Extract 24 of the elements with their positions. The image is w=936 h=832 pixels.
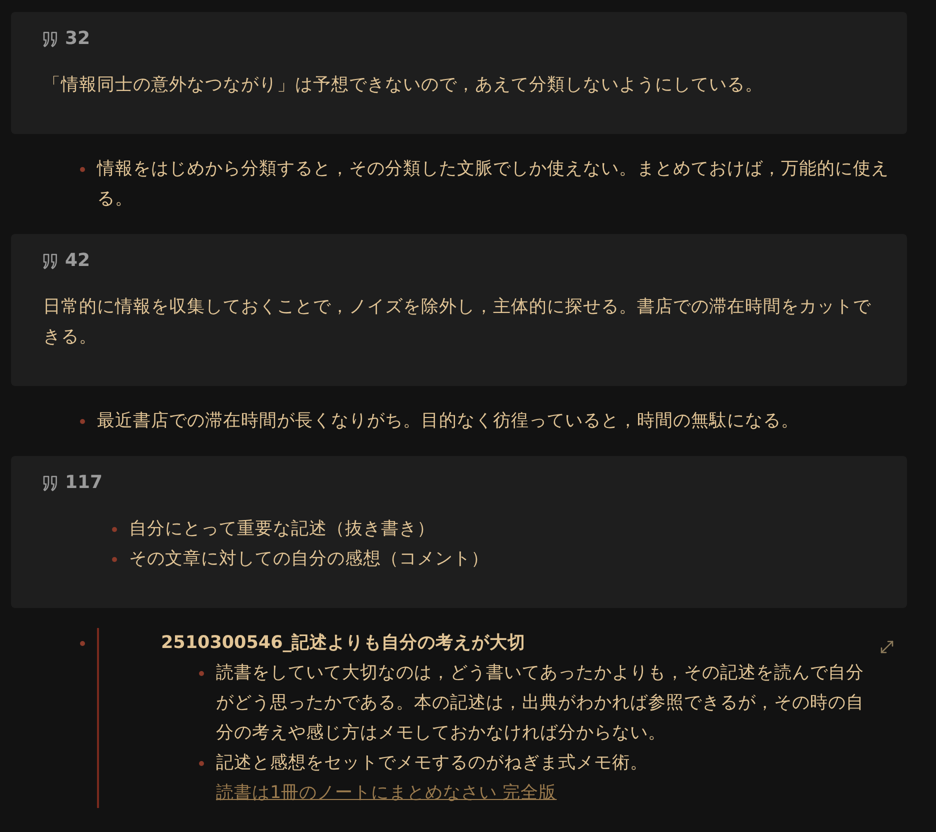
note-title: 2510300546_記述よりも自分の考えが大切 bbox=[161, 632, 526, 655]
bullet-text: 最近書店での滞在時間が長くなりがち。目的なく彷徨っていると，時間の無駄になる。 bbox=[97, 410, 799, 433]
book-link[interactable]: 読書は1冊のノートにまとめなさい 完全版 bbox=[216, 783, 557, 803]
bullet-icon bbox=[199, 670, 204, 676]
quote-icon bbox=[43, 252, 58, 270]
page-number: 117 bbox=[65, 471, 103, 495]
bullet-text: 自分にとって重要な記述（抜き書き） bbox=[129, 518, 435, 541]
bullet-text: その文章に対しての自分の感想（コメント） bbox=[129, 548, 489, 571]
callout-text: 日常的に情報を収集しておくことで，ノイズを除外し，主体的に探せる。書店での滞在時間をカットできる。 bbox=[43, 296, 872, 349]
bullet-icon bbox=[80, 640, 85, 646]
expand-icon[interactable] bbox=[879, 639, 895, 655]
bullet-text: 記述と感想をセットでメモするのがねぎま式メモ術。 読書は1冊のノートにまとめなさい 完全版 bbox=[216, 752, 649, 805]
page-number: 32 bbox=[65, 27, 90, 51]
bullet-icon bbox=[80, 166, 85, 172]
bullet-text: 情報をはじめから分類すると，その分類した文脈でしか使えない。まとめておけば，万能的に使える。 bbox=[97, 158, 890, 211]
quote-icon bbox=[43, 474, 58, 492]
callout-text: 「情報同士の意外なつながり」は予想できないので，あえて分類しないようにしている。 bbox=[43, 74, 764, 97]
bullet-icon bbox=[112, 556, 117, 562]
bullet-icon bbox=[199, 760, 204, 766]
quote-icon bbox=[43, 30, 58, 48]
bullet-text: 読書をしていて大切なのは，どう書いてあったかよりも，その記述を読んで自分がどう思ったかである。本の記述は，出典がわかれば参照できるが，その時の自分の考えや感じ方はメモしておかなければ分からない。 bbox=[216, 662, 865, 745]
page-number: 42 bbox=[65, 249, 90, 273]
bullet-icon bbox=[112, 526, 117, 532]
bullet-icon bbox=[80, 418, 85, 424]
